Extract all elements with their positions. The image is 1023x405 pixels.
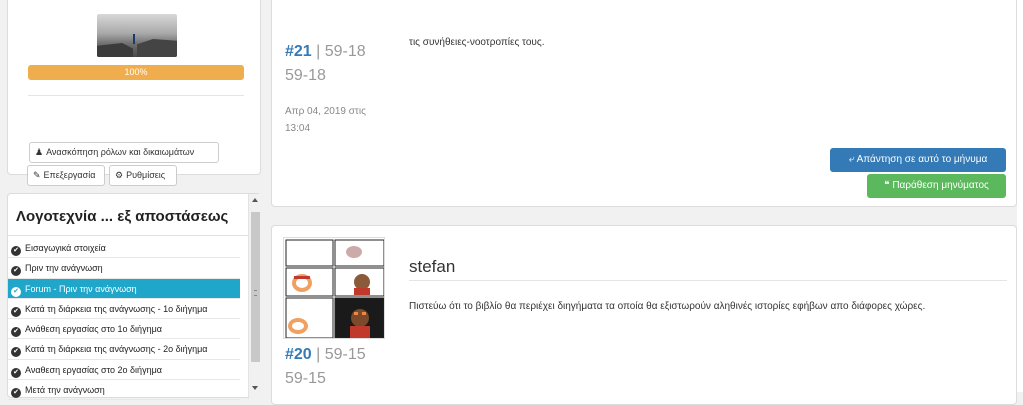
post-body: τις συνήθειες-νοοτροπίες τους. xyxy=(409,37,545,48)
course-progress-bar: 100% xyxy=(28,65,244,80)
course-nav-item[interactable]: ✔ Κατά τη διάρκεια της ανάγνωσης - 2ο διή… xyxy=(8,339,240,360)
edit-label: Επεξεργασία xyxy=(43,170,96,180)
check-circle-icon: ✔ xyxy=(11,347,21,358)
post-body: Πιστεύω ότι το βιβλίο θα περιέχει διηγήμ… xyxy=(409,301,926,312)
course-nav-item[interactable]: ✔ Πριν την ανάγνωση xyxy=(8,258,240,279)
gear-icon: ⚙ xyxy=(115,170,124,180)
check-circle-icon: ✔ xyxy=(11,246,21,256)
user-icon: ♟ xyxy=(35,147,44,157)
scroll-up-arrow-icon[interactable] xyxy=(252,198,258,202)
pencil-icon: ✎ xyxy=(33,170,41,180)
course-nav-item-label: Αναθεση εργασίας στο 2ο διήγημα xyxy=(25,364,162,375)
quote-icon: ❝ xyxy=(884,180,890,191)
check-circle-icon: ✔ xyxy=(11,306,21,317)
course-nav-item-label: Μετά την ανάγνωση xyxy=(25,385,105,396)
course-title: Λογοτεχνία ... εξ αποστάσεως xyxy=(16,208,229,225)
avatar-comic-image xyxy=(285,239,384,338)
post-code-line2: 59-15 xyxy=(285,370,326,387)
reply-icon: ⤶ xyxy=(848,154,855,165)
quote-button[interactable]: ❝ Παράθεση μηνύματος xyxy=(867,174,1006,198)
post-number-link[interactable]: #21 xyxy=(285,43,312,60)
check-circle-icon: ✔ xyxy=(11,327,21,338)
course-nav-item[interactable]: ✔ Ανάθεση εργασίας στο 1ο διήγημα xyxy=(8,319,240,340)
check-circle-icon: ✔ xyxy=(11,367,21,378)
course-nav-item[interactable]: ✔ Αναθεση εργασίας στο 2ο διήγημα xyxy=(8,360,240,381)
course-nav-item-label: Κατά τη διάρκεια της ανάγνωσης - 2ο διήγ… xyxy=(25,344,208,355)
divider xyxy=(8,235,248,236)
post-number-link[interactable]: #20 xyxy=(285,346,312,363)
check-circle-icon: ✔ xyxy=(11,388,21,399)
post-number-separator: | xyxy=(311,43,325,60)
review-roles-label: Ανασκόπηση ρόλων και δικαιωμάτων xyxy=(46,147,195,157)
reply-label: Απάντηση σε αυτό το μήνυμα xyxy=(856,154,988,165)
post-number-separator: | xyxy=(311,346,325,363)
course-nav-item-label: Εισαγωγικά στοιχεία xyxy=(25,243,106,253)
check-circle-icon: ✔ xyxy=(11,266,21,277)
edit-button[interactable]: ✎ Επεξεργασία xyxy=(27,165,105,186)
avatar[interactable] xyxy=(283,237,385,339)
course-nav-item[interactable]: ✔ Κατά τη διάρκεια της ανάγνωσης - 1ο διή… xyxy=(8,299,240,320)
post-number-line: #21 | 59-18 xyxy=(285,43,366,61)
post-date-line1: Απρ 04, 2019 στις xyxy=(285,106,366,117)
reply-button[interactable]: ⤶ Απάντηση σε αυτό το μήνυμα xyxy=(830,148,1006,172)
check-circle-icon: ✔ xyxy=(11,286,21,297)
course-nav-item[interactable]: ✔ Εισαγωγικά στοιχεία xyxy=(8,238,240,259)
settings-label: Ρυθμίσεις xyxy=(126,170,166,180)
post-code: 59-15 xyxy=(324,346,366,363)
course-navigation-panel: Λογοτεχνία ... εξ αποστάσεως ✔ Εισαγωγικά… xyxy=(7,193,261,401)
course-nav-list: ✔ Εισαγωγικά στοιχεία ✔ Πριν την ανάγνωση ✔ F… xyxy=(8,238,240,401)
nav-scrollbar[interactable] xyxy=(248,194,261,399)
course-info-panel: 100% ♟ Ανασκόπηση ρόλων και δικαιωμάτων ✎… xyxy=(7,0,261,186)
forum-post: #20 | 59-15 59-15 stefan Πιστεύω ότι το … xyxy=(271,225,1017,405)
post-author: stefan xyxy=(409,257,456,276)
post-number-line: #20 | 59-15 xyxy=(285,346,366,364)
course-nav-item[interactable]: ✔ Μετά την ανάγνωση xyxy=(8,380,240,401)
post-date: Απρ 04, 2019 στις 13:04 xyxy=(285,103,366,137)
quote-label: Παράθεση μηνύματος xyxy=(892,180,989,191)
divider xyxy=(409,280,1007,281)
review-roles-button[interactable]: ♟ Ανασκόπηση ρόλων και δικαιωμάτων xyxy=(29,142,219,163)
course-nav-item-label: Ανάθεση εργασίας στο 1ο διήγημα xyxy=(25,324,162,335)
course-nav-item[interactable]: ✔ Forum - Πριν την ανάγνωση xyxy=(8,278,240,299)
divider xyxy=(28,95,244,96)
scroll-down-arrow-icon[interactable] xyxy=(252,386,258,390)
progress-label: 100% xyxy=(124,67,148,77)
post-date-line2: 13:04 xyxy=(285,123,311,134)
settings-button[interactable]: ⚙ Ρυθμίσεις xyxy=(109,165,177,186)
forum-post: #21 | 59-18 59-18 Απρ 04, 2019 στις 13:0… xyxy=(271,0,1017,207)
course-nav-item-label: Πριν την ανάγνωση xyxy=(25,263,103,274)
course-nav-item-label: Κατά τη διάρκεια της ανάγνωσης - 1ο διήγ… xyxy=(25,303,208,314)
course-nav-item-label: Forum - Πριν την ανάγνωση xyxy=(25,283,137,294)
page-scrollbar-edge xyxy=(1017,0,1023,392)
course-image xyxy=(97,14,177,57)
post-code: 59-18 xyxy=(324,43,366,60)
post-code-line2: 59-18 xyxy=(285,67,326,84)
scroll-thumb[interactable] xyxy=(251,212,260,362)
